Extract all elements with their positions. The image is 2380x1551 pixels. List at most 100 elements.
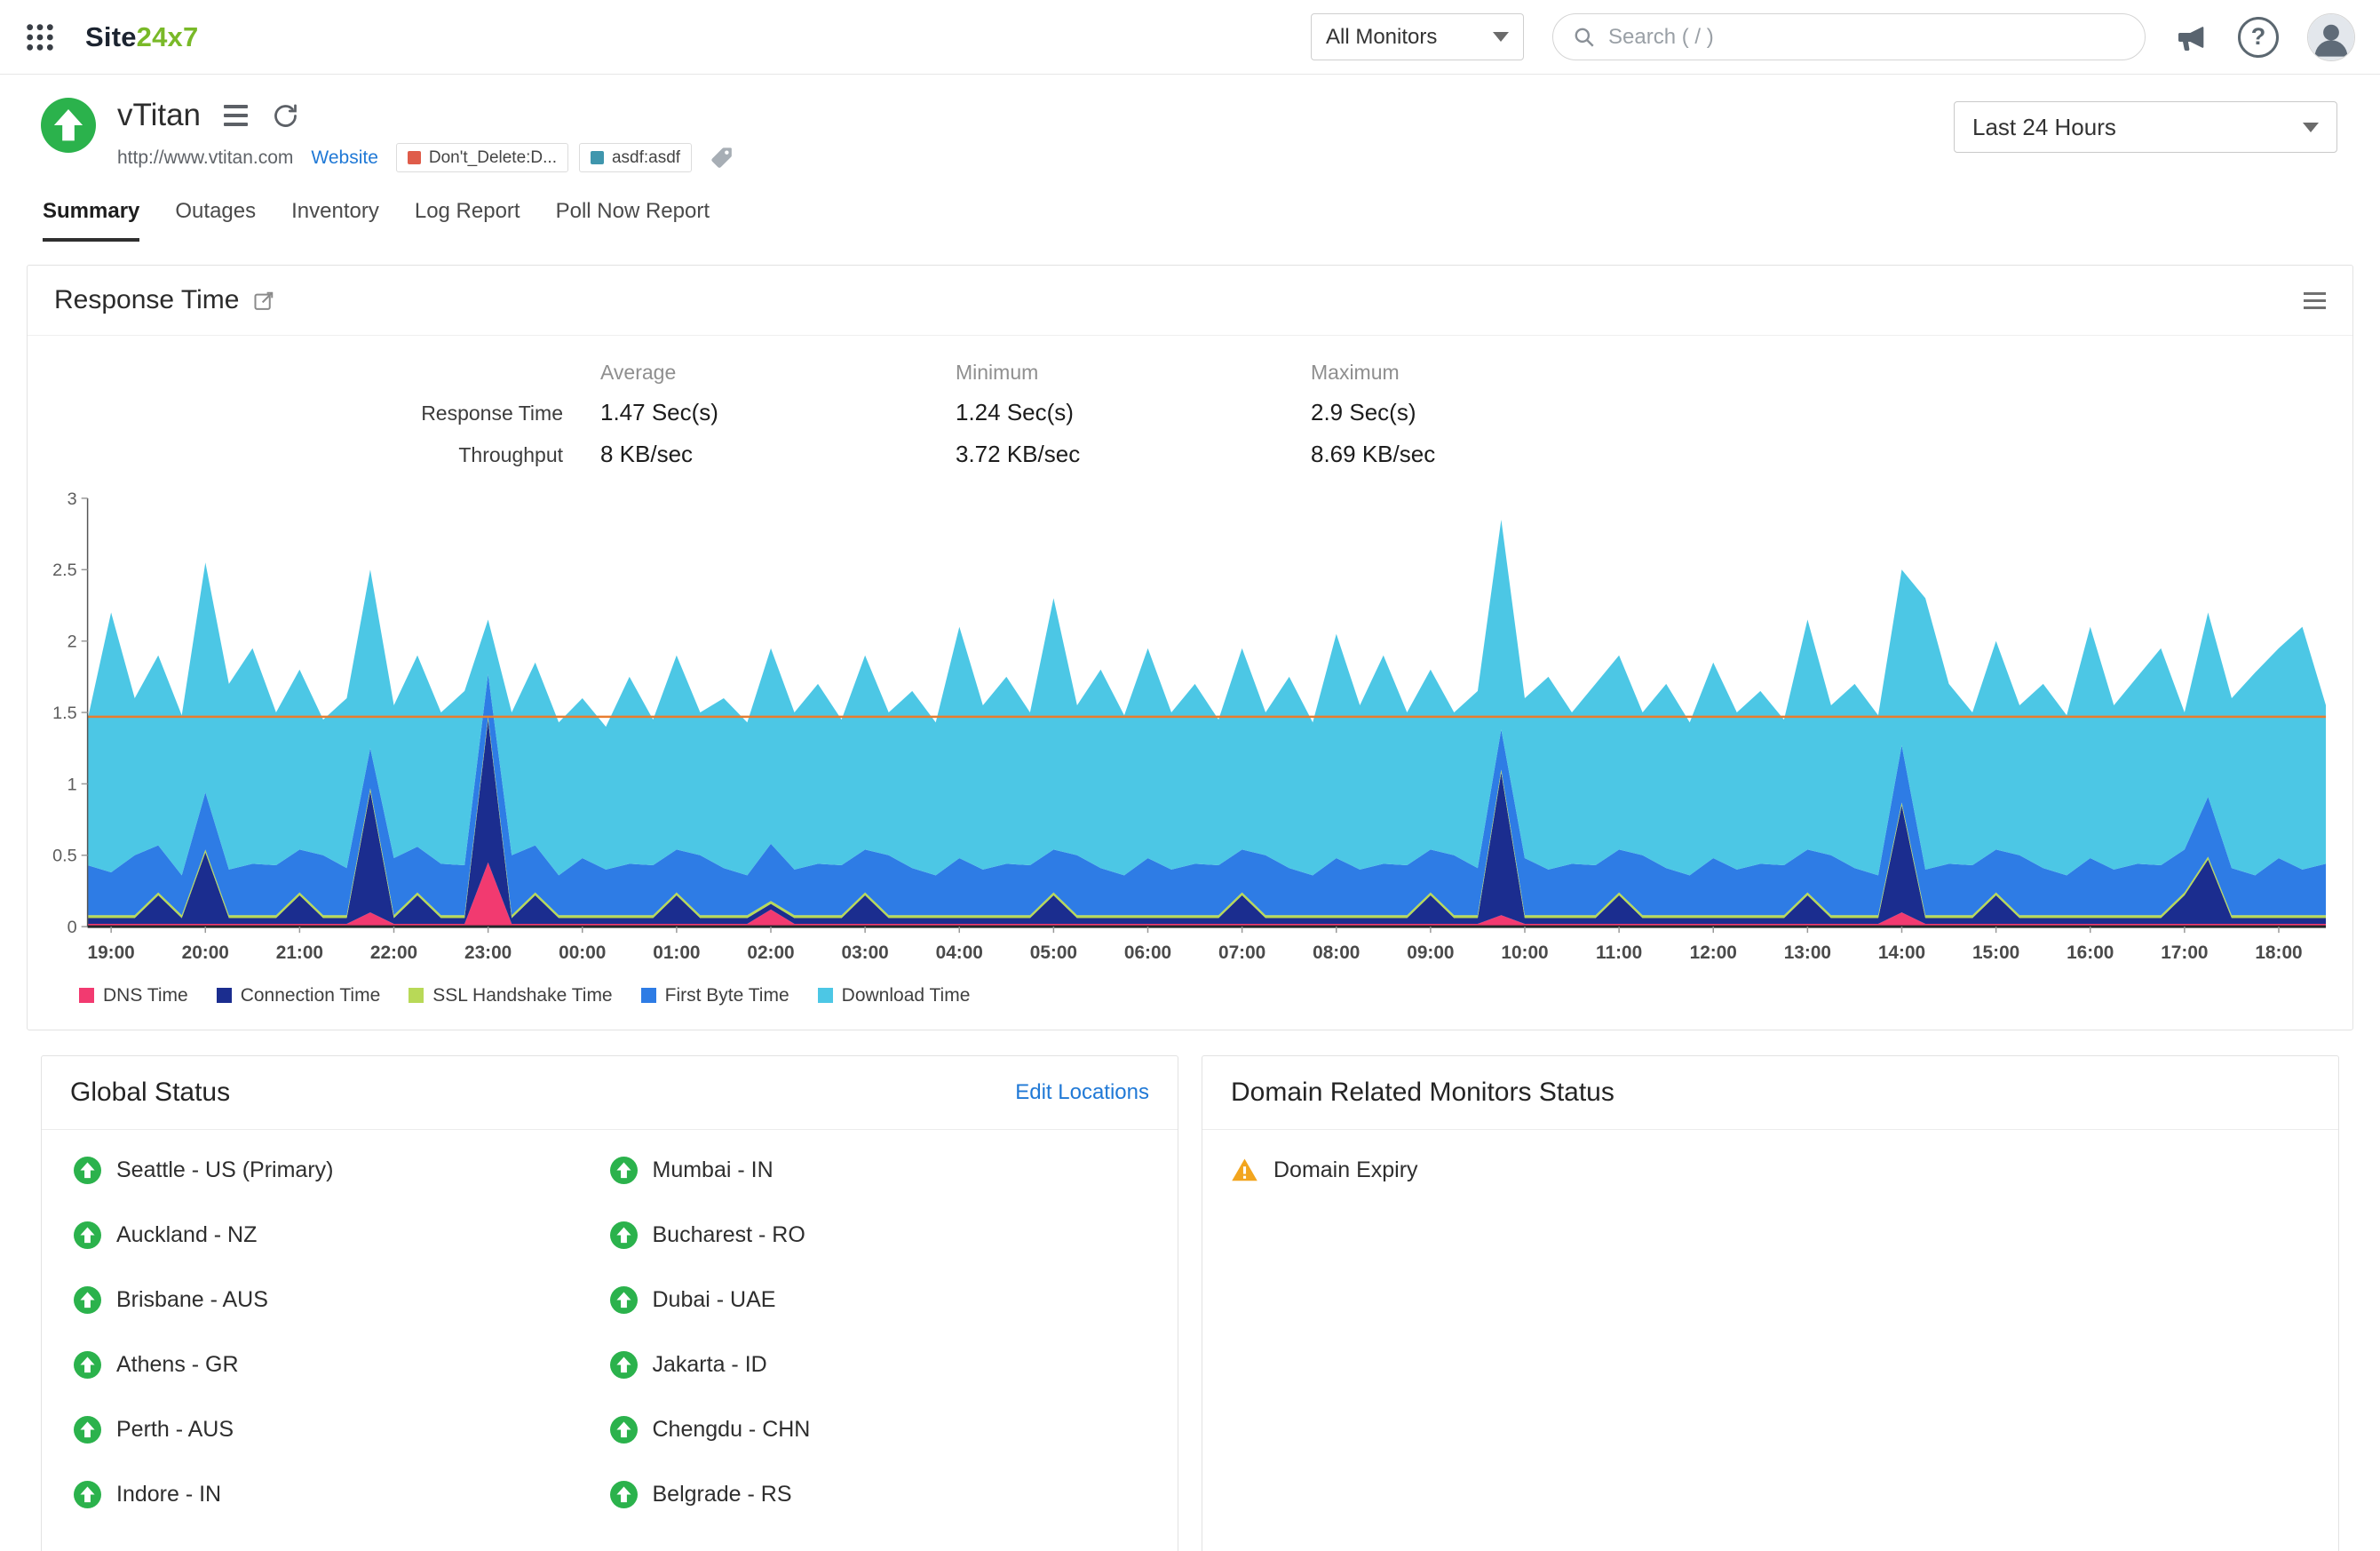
monitor-name: vTitan <box>117 98 201 133</box>
refresh-icon[interactable] <box>271 101 300 131</box>
status-up-icon <box>74 1351 101 1379</box>
stat-value: 8.69 KB/sec <box>1311 441 2352 468</box>
location-status-item: Mumbai - IN <box>610 1157 1146 1184</box>
svg-text:05:00: 05:00 <box>1030 943 1077 963</box>
status-warning-icon <box>1231 1157 1258 1184</box>
location-status-item: Perth - AUS <box>74 1416 610 1444</box>
svg-text:14:00: 14:00 <box>1878 943 1925 963</box>
monitor-status-up-icon <box>41 98 96 153</box>
logo-site-text: Site <box>85 21 137 52</box>
svg-text:22:00: 22:00 <box>370 943 417 963</box>
svg-text:20:00: 20:00 <box>182 943 229 963</box>
legend-label: First Byte Time <box>665 985 789 1006</box>
location-status-item: Seattle - US (Primary) <box>74 1157 610 1184</box>
tab-summary[interactable]: Summary <box>43 199 139 242</box>
svg-text:06:00: 06:00 <box>1124 943 1171 963</box>
legend-label: SSL Handshake Time <box>432 985 612 1006</box>
chart-legend: DNS Time Connection Time SSL Handshake Tim… <box>28 982 2352 1030</box>
legend-item[interactable]: SSL Handshake Time <box>409 985 612 1006</box>
top-bar: Site24x7 All Monitors ? <box>0 0 2380 75</box>
legend-item[interactable]: Download Time <box>818 985 971 1006</box>
legend-item[interactable]: Connection Time <box>217 985 381 1006</box>
announcement-icon[interactable] <box>2174 20 2209 55</box>
monitor-tags: Don't_Delete:D... asdf:asdf <box>396 143 692 172</box>
svg-text:07:00: 07:00 <box>1218 943 1265 963</box>
location-label: Belgrade - RS <box>653 1482 792 1507</box>
svg-text:3: 3 <box>67 489 77 509</box>
tab-inventory[interactable]: Inventory <box>291 199 379 242</box>
svg-text:0.5: 0.5 <box>52 847 77 866</box>
monitor-header: vTitan http://www.vtitan.com Website Don… <box>0 75 2380 172</box>
response-time-card: Response Time AverageMinimumMaximumRespo… <box>27 265 2353 1030</box>
monitor-tag-chip[interactable]: asdf:asdf <box>579 143 692 172</box>
help-icon[interactable]: ? <box>2238 17 2279 58</box>
monitor-scope-select[interactable]: All Monitors <box>1311 13 1524 60</box>
status-up-icon <box>74 1481 101 1508</box>
time-range-select[interactable]: Last 24 Hours <box>1954 101 2337 153</box>
svg-text:10:00: 10:00 <box>1501 943 1548 963</box>
status-up-icon <box>610 1221 638 1249</box>
tag-label: asdf:asdf <box>612 148 680 168</box>
location-status-item: Bucharest - RO <box>610 1221 1146 1249</box>
export-chart-icon[interactable] <box>253 290 275 312</box>
tab-log-report[interactable]: Log Report <box>415 199 520 242</box>
stat-col-header: Maximum <box>1311 361 2352 385</box>
legend-item[interactable]: DNS Time <box>79 985 188 1006</box>
edit-locations-link[interactable]: Edit Locations <box>1015 1080 1149 1105</box>
search-box[interactable] <box>1552 13 2146 60</box>
response-time-chart[interactable]: 00.511.522.5319:0020:0021:0022:0023:0000… <box>42 488 2333 982</box>
location-status-item: Indore - IN <box>74 1481 610 1508</box>
location-status-item: Jakarta - ID <box>610 1351 1146 1379</box>
location-label: Chengdu - CHN <box>653 1417 811 1443</box>
chart-menu-icon[interactable] <box>2304 292 2326 309</box>
search-input[interactable] <box>1608 25 2125 50</box>
location-status-item: Dubai - UAE <box>610 1286 1146 1314</box>
svg-text:15:00: 15:00 <box>1972 943 2019 963</box>
svg-text:11:00: 11:00 <box>1596 943 1642 963</box>
domain-monitors-title: Domain Related Monitors Status <box>1231 1078 1614 1108</box>
svg-text:2: 2 <box>67 632 77 652</box>
tab-poll-now-report[interactable]: Poll Now Report <box>556 199 710 242</box>
site24x7-logo[interactable]: Site24x7 <box>85 21 198 53</box>
stat-value: 2.9 Sec(s) <box>1311 399 2352 426</box>
tab-outages[interactable]: Outages <box>175 199 256 242</box>
monitor-type-link[interactable]: Website <box>311 147 377 169</box>
monitor-scope-label: All Monitors <box>1326 25 1437 50</box>
svg-text:00:00: 00:00 <box>559 943 606 963</box>
time-range-label: Last 24 Hours <box>1972 114 2116 141</box>
location-label: Seattle - US (Primary) <box>116 1157 333 1183</box>
location-label: Bucharest - RO <box>653 1222 805 1248</box>
svg-text:04:00: 04:00 <box>936 943 983 963</box>
status-up-icon <box>610 1157 638 1184</box>
user-avatar[interactable] <box>2307 13 2355 61</box>
monitor-info: vTitan http://www.vtitan.com Website Don… <box>117 98 734 172</box>
svg-text:01:00: 01:00 <box>653 943 700 963</box>
location-label: Athens - GR <box>116 1352 239 1378</box>
legend-swatch <box>641 988 656 1003</box>
legend-label: DNS Time <box>103 985 188 1006</box>
stat-value: 8 KB/sec <box>600 441 956 468</box>
global-status-header: Global Status Edit Locations <box>42 1056 1178 1130</box>
location-status-item: Auckland - NZ <box>74 1221 610 1249</box>
svg-text:16:00: 16:00 <box>2067 943 2114 963</box>
legend-item[interactable]: First Byte Time <box>641 985 789 1006</box>
location-label: Perth - AUS <box>116 1417 234 1443</box>
svg-text:13:00: 13:00 <box>1784 943 1831 963</box>
monitor-actions-icon[interactable] <box>224 105 248 126</box>
response-time-chart-area: 00.511.522.5319:0020:0021:0022:0023:0000… <box>28 473 2352 982</box>
search-icon <box>1573 26 1596 49</box>
tag-icon[interactable] <box>710 146 734 171</box>
svg-text:12:00: 12:00 <box>1690 943 1737 963</box>
monitor-tag-chip[interactable]: Don't_Delete:D... <box>396 143 568 172</box>
response-time-title: Response Time <box>54 285 239 315</box>
domain-monitors-list: Domain Expiry <box>1202 1130 2338 1211</box>
monitor-url: http://www.vtitan.com <box>117 147 293 169</box>
stat-col-header: Minimum <box>956 361 1311 385</box>
locations-grid: Seattle - US (Primary)Auckland - NZBrisb… <box>42 1130 1178 1535</box>
legend-swatch <box>217 988 232 1003</box>
svg-text:23:00: 23:00 <box>464 943 512 963</box>
tag-color-swatch <box>591 151 604 164</box>
response-stats-table: AverageMinimumMaximumResponse Time1.47 S… <box>28 336 2352 473</box>
app-grid-icon[interactable] <box>25 22 55 52</box>
locations-column-2: Mumbai - IN Bucharest - RO Dubai - UAE Jaka… <box>610 1157 1146 1508</box>
